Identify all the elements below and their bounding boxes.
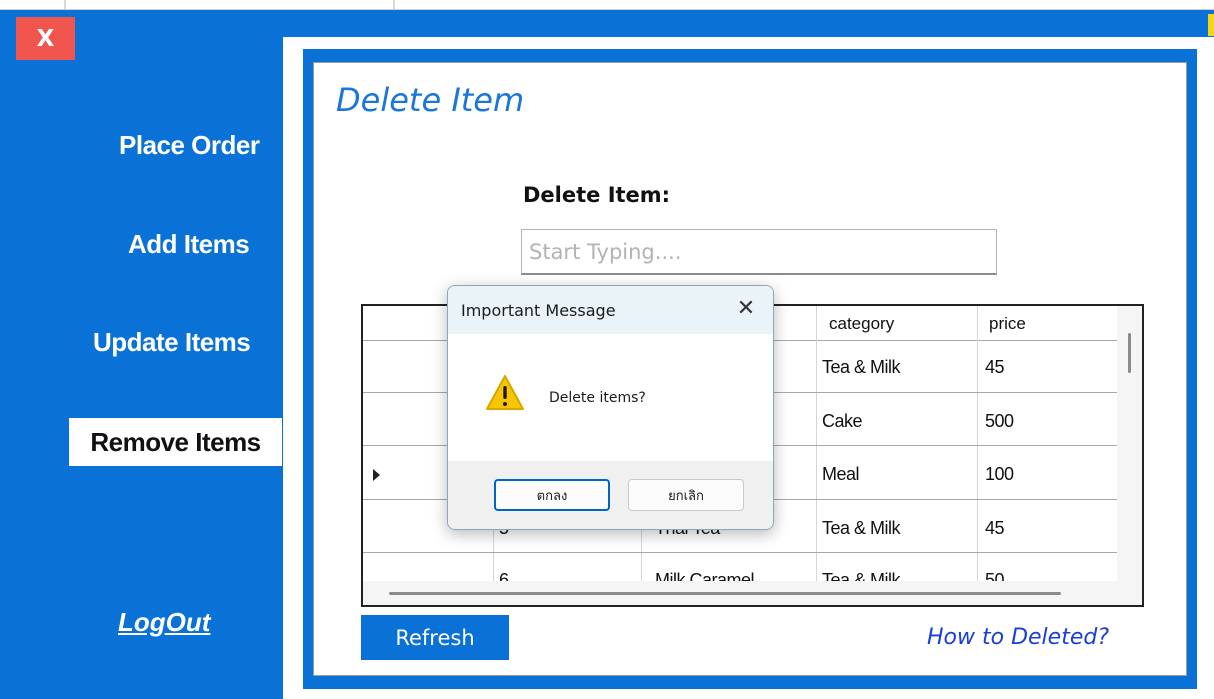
top-strip-mark: [64, 0, 66, 9]
field-label: Delete Item:: [523, 183, 671, 207]
sidebar-item-place-order[interactable]: Place Order: [119, 130, 260, 161]
dialog-close-icon[interactable]: ✕: [732, 294, 760, 322]
page-title: Delete Item: [336, 81, 525, 119]
horizontal-scroll-thumb[interactable]: [389, 592, 1061, 595]
cell-category[interactable]: Tea & Milk: [822, 518, 901, 539]
top-strip-mark: [393, 0, 395, 9]
confirm-dialog: Important Message ✕ Delete items? ตกลง ย…: [447, 285, 774, 530]
dialog-message: Delete items?: [549, 390, 646, 406]
logout-link[interactable]: LogOut: [118, 607, 210, 638]
top-strip: [0, 0, 1214, 10]
refresh-button[interactable]: Refresh: [361, 615, 509, 660]
search-input[interactable]: Start Typing....: [521, 229, 997, 275]
column-header-category[interactable]: category: [829, 314, 894, 334]
warning-icon: [486, 375, 524, 410]
grid-column-divider: [977, 306, 978, 587]
grid-row-line: [363, 552, 1123, 553]
cell-category[interactable]: Meal: [822, 464, 860, 485]
cell-price[interactable]: 100: [985, 464, 1014, 485]
grid-column-divider: [816, 306, 817, 587]
sidebar-item-remove-items[interactable]: Remove Items: [69, 418, 282, 466]
how-to-link[interactable]: How to Deleted?: [927, 625, 1109, 650]
current-row-indicator: [373, 469, 380, 481]
cell-category[interactable]: Tea & Milk: [822, 357, 901, 378]
close-button[interactable]: X: [16, 17, 75, 60]
vertical-scroll-thumb[interactable]: [1128, 333, 1131, 373]
cancel-button[interactable]: ยกเลิก: [628, 479, 744, 511]
sidebar-item-add-items[interactable]: Add Items: [128, 229, 250, 260]
ok-button[interactable]: ตกลง: [494, 479, 610, 511]
cell-price[interactable]: 45: [985, 518, 1005, 539]
dialog-title: Important Message: [461, 301, 616, 320]
cell-price[interactable]: 500: [985, 411, 1014, 432]
cell-category[interactable]: Cake: [822, 411, 863, 432]
cell-price[interactable]: 45: [985, 357, 1005, 378]
sidebar-item-update-items[interactable]: Update Items: [93, 327, 251, 358]
column-header-price[interactable]: price: [989, 314, 1026, 334]
edge-tab: [1208, 14, 1214, 36]
